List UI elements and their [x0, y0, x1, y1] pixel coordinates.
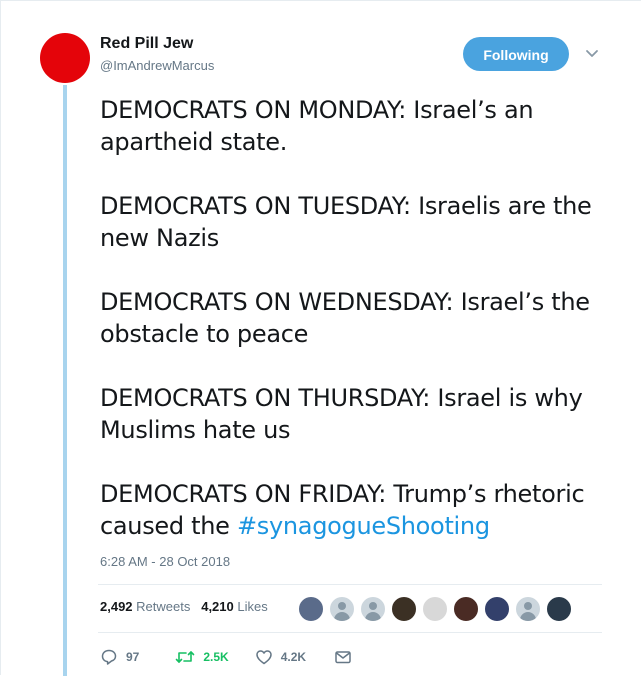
envelope-icon	[334, 648, 352, 666]
tweet-paragraph: DEMOCRATS ON MONDAY: Israel’s an aparthe…	[100, 96, 534, 156]
retweet-icon	[175, 648, 195, 666]
heart-icon	[255, 648, 273, 666]
author-avatar[interactable]	[40, 33, 90, 83]
tweet-timestamp[interactable]: 6:28 AM - 28 Oct 2018	[100, 554, 230, 569]
tweet-card: Red Pill Jew @ImAndrewMarcus Following D…	[0, 0, 641, 676]
author-handle[interactable]: @ImAndrewMarcus	[100, 58, 214, 73]
liker-avatar-8[interactable]	[515, 596, 541, 622]
retweet-button[interactable]: 2.5K	[175, 648, 229, 666]
liker-avatar-4[interactable]	[391, 596, 417, 622]
hashtag-link[interactable]: #synagogueShooting	[237, 512, 490, 540]
liker-avatar-2[interactable]	[329, 596, 355, 622]
retweets-label: Retweets	[136, 599, 191, 614]
liker-avatar-9[interactable]	[546, 596, 572, 622]
direct-message-button[interactable]	[334, 648, 352, 666]
liker-avatar-6[interactable]	[453, 596, 479, 622]
retweets-stat[interactable]: 2,492 Retweets	[100, 599, 190, 614]
liker-avatar-7[interactable]	[484, 596, 510, 622]
like-count: 4.2K	[280, 650, 307, 664]
reply-button[interactable]: 97	[100, 648, 139, 666]
following-button[interactable]: Following	[463, 37, 569, 71]
retweet-count: 2.5K	[203, 650, 229, 664]
tweet-paragraph: DEMOCRATS ON THURSDAY: Israel is why Mus…	[100, 384, 583, 444]
retweets-count: 2,492	[100, 599, 133, 614]
liker-avatars	[298, 596, 577, 622]
liker-avatar-1[interactable]	[298, 596, 324, 622]
tweet-stats: 2,492 Retweets 4,210 Likes	[100, 599, 268, 614]
reply-icon	[100, 648, 118, 666]
liker-avatar-5[interactable]	[422, 596, 448, 622]
likes-count: 4,210	[201, 599, 234, 614]
reply-count: 97	[126, 650, 140, 664]
tweet-paragraph: DEMOCRATS ON WEDNESDAY: Israel’s the obs…	[100, 288, 590, 348]
author-display-name[interactable]: Red Pill Jew	[100, 35, 193, 53]
liker-avatar-3[interactable]	[360, 596, 386, 622]
thread-line	[63, 85, 67, 676]
tweet-paragraph: DEMOCRATS ON TUESDAY: Israelis are the n…	[100, 192, 592, 252]
likes-label: Likes	[237, 599, 268, 614]
tweet-text: DEMOCRATS ON MONDAY: Israel’s an aparthe…	[100, 94, 620, 542]
divider	[98, 584, 602, 585]
likes-stat[interactable]: 4,210 Likes	[201, 599, 268, 614]
tweet-actions: 97 2.5K 4.2K	[100, 646, 352, 668]
chevron-down-icon[interactable]	[584, 45, 600, 61]
tweet-paragraph-last: DEMOCRATS ON FRIDAY: Trump’s rhetoric ca…	[100, 478, 620, 542]
like-button[interactable]: 4.2K	[255, 648, 306, 666]
divider	[98, 632, 602, 633]
